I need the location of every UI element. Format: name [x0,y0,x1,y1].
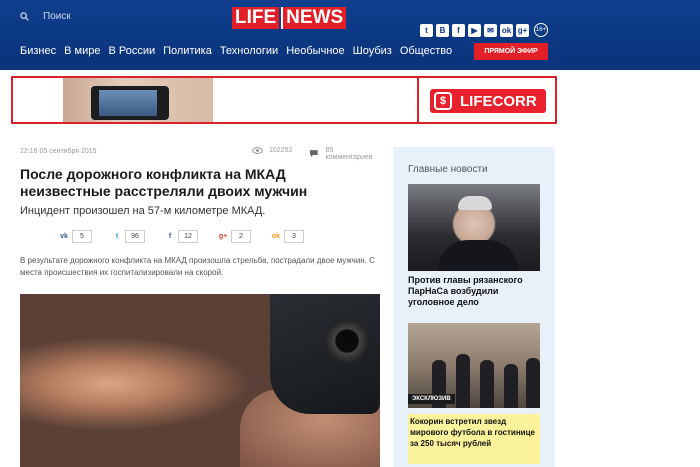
googleplus-icon[interactable]: g+ [516,24,529,37]
live-broadcast-button[interactable]: ПРЯМОЙ ЭФИР [474,43,548,60]
nav-item-world[interactable]: В мире [64,45,100,57]
sidebar-header: Главные новости [408,164,488,175]
site-logo[interactable]: LIFE NEWS [232,7,347,29]
article-photo [20,294,380,467]
lifecorr-label: LIFECORR [460,92,537,110]
vk-icon: vk [60,232,68,240]
news-thumbnail[interactable] [408,184,540,271]
vk-icon[interactable]: B [436,24,449,37]
dollar-icon: $ [434,92,452,110]
mail-icon[interactable]: ✉ [484,24,497,37]
main-nav: Бизнес В мире В России Политика Технолог… [20,45,460,57]
article-body: В результате дорожного конфликта на МКАД… [20,256,375,277]
nav-item-politics[interactable]: Политика [163,45,212,57]
nav-item-unusual[interactable]: Необычное [286,45,344,57]
share-googleplus[interactable]: g+ 2 [215,230,251,243]
nav-item-showbiz[interactable]: Шоубиз [353,45,392,57]
youtube-icon[interactable]: ▶ [468,24,481,37]
news-title-highlighted[interactable]: Кокорин встретил звезд мирового футбола … [408,414,540,464]
twitter-icon[interactable]: t [420,24,433,37]
odnoklassniki-icon[interactable]: ok [500,24,513,37]
search-icon [20,12,29,21]
share-twitter[interactable]: t 96 [109,230,145,243]
comments-count: 85 комментариев [325,147,373,161]
share-bar: vk 5 t 96 f 12 g+ 2 ok 3 [56,230,321,243]
share-facebook[interactable]: f 12 [162,230,198,243]
share-odnoklassniki[interactable]: ok 3 [268,230,304,243]
nav-item-technology[interactable]: Технологии [220,45,278,57]
top-header: Поиск LIFE NEWS t B f ▶ ✉ ok g+ 16+ Бизн… [0,0,700,70]
share-vk[interactable]: vk 5 [56,230,92,243]
eye-icon [252,147,263,154]
share-count: 3 [284,230,304,243]
lifecorr-logo[interactable]: $ LIFECORR [430,89,546,113]
article-meta: 22:16 05 сентября 2015 102252 85 коммент… [20,147,380,161]
share-count: 96 [125,230,145,243]
odnoklassniki-icon: ok [271,232,281,240]
top-news-sidebar: Главные новости Против главы рязанского … [393,147,555,467]
news-thumbnail[interactable]: ЭКСКЛЮЗИВ [408,323,540,408]
share-count: 12 [178,230,198,243]
twitter-icon: t [115,232,119,240]
share-count: 5 [72,230,92,243]
comment-icon [310,150,318,157]
banner-divider [417,78,419,122]
article-date: 22:16 05 сентября 2015 [20,148,97,155]
social-links: t B f ▶ ✉ ok g+ [420,24,532,37]
article-lead: Инцидент произошел на 57-м километре МКА… [20,205,266,217]
search-box[interactable]: Поиск [20,11,71,22]
ad-banner[interactable]: $ LIFECORR [11,76,557,124]
nav-item-business[interactable]: Бизнес [20,45,56,57]
nav-item-society[interactable]: Общество [400,45,452,57]
share-count: 2 [231,230,251,243]
googleplus-icon: g+ [218,232,228,240]
nav-item-russia[interactable]: В России [108,45,155,57]
banner-photo [63,78,213,122]
barrel-shape [325,319,369,363]
logo-news: NEWS [281,7,347,29]
age-rating-badge: 16+ [534,23,548,37]
exclusive-badge: ЭКСКЛЮЗИВ [408,394,455,404]
facebook-icon: f [168,232,172,240]
news-title[interactable]: Против главы рязанского ПарНаСа возбудил… [408,275,540,308]
facebook-icon[interactable]: f [452,24,465,37]
logo-life: LIFE [232,7,280,29]
views-count: 102252 [252,147,292,154]
comments-link[interactable]: 85 комментариев [310,147,380,161]
article-title: После дорожного конфликта на МКАД неизве… [20,166,308,199]
search-label: Поиск [43,11,71,22]
views-value: 102252 [269,147,293,154]
phone-image [91,86,169,120]
